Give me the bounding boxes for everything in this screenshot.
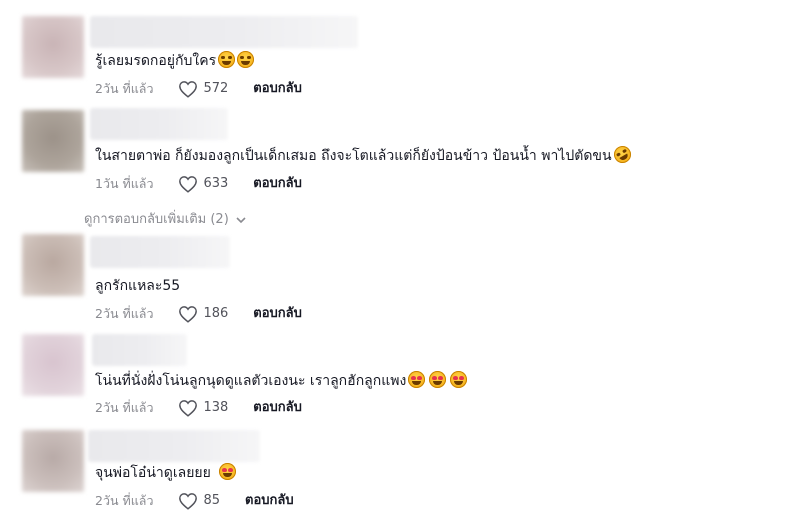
like-button[interactable]: 138: [178, 399, 228, 417]
heart-icon: [179, 81, 198, 98]
like-count: 85: [203, 493, 221, 508]
comment-text: รู้เลยมรดกอยู่กับใคร: [95, 51, 255, 71]
avatar[interactable]: [22, 234, 84, 296]
heart-eyes-emoji: [450, 371, 468, 388]
like-count: 186: [203, 306, 229, 321]
comment-time: 2วัน ที่แล้ว: [95, 306, 154, 321]
chevron-down-icon: [236, 217, 246, 224]
like-button[interactable]: 85: [178, 492, 220, 510]
comment-meta: 1วัน ที่แล้ว 633 ตอบกลับ: [95, 175, 302, 193]
rolling-laughing-emoji: [610, 142, 634, 167]
heart-icon: [179, 176, 198, 193]
like-count: 138: [203, 400, 229, 415]
comment-time: 2วัน ที่แล้ว: [95, 400, 154, 415]
comment-body: โน่นที่นั่งฝั่งโน่นลูกนุดดูแลตัวเองนะ เร…: [95, 373, 407, 389]
like-button[interactable]: 186: [178, 305, 228, 323]
comment-meta: 2วัน ที่แล้ว 186 ตอบกลับ: [95, 305, 302, 323]
like-button[interactable]: 633: [178, 175, 228, 193]
comment-meta: 2วัน ที่แล้ว 138 ตอบกลับ: [95, 399, 302, 417]
comment-text: จุนพ่อโอ๋น่าดูเลยยย: [95, 463, 236, 483]
comment-time: 1วัน ที่แล้ว: [95, 176, 154, 191]
comment-time: 2วัน ที่แล้ว: [95, 493, 154, 508]
avatar[interactable]: [22, 334, 84, 396]
avatar[interactable]: [22, 430, 84, 492]
username-blurred[interactable]: [90, 16, 358, 48]
reply-button[interactable]: ตอบกลับ: [253, 80, 302, 98]
comment-meta: 2วัน ที่แล้ว 572 ตอบกลับ: [95, 80, 302, 98]
heart-eyes-emoji: [429, 371, 447, 388]
comment-text: ลูกรักแหละ55: [95, 276, 180, 296]
comment-meta: 2วัน ที่แล้ว 85 ตอบกลับ: [95, 492, 294, 510]
like-count: 633: [203, 176, 229, 191]
comment-time: 2วัน ที่แล้ว: [95, 81, 154, 96]
heart-icon: [179, 400, 198, 417]
username-blurred[interactable]: [90, 236, 230, 268]
grinning-sweat-emoji: [218, 51, 236, 68]
view-more-replies-label: ดูการตอบกลับเพิ่มเติม (2): [84, 212, 229, 227]
heart-icon: [179, 493, 198, 510]
like-count: 572: [203, 81, 229, 96]
avatar[interactable]: [22, 110, 84, 172]
comment-body: ในสายตาพ่อ ก็ยังมองลูกเป็นเด็กเสมอ ถึงจะ…: [95, 148, 612, 164]
comment-text: ในสายตาพ่อ ก็ยังมองลูกเป็นเด็กเสมอ ถึงจะ…: [95, 142, 634, 167]
comment-body: ลูกรักแหละ55: [95, 278, 181, 294]
username-blurred[interactable]: [88, 430, 260, 462]
comment-text: โน่นที่นั่งฝั่งโน่นลูกนุดดูแลตัวเองนะ เร…: [95, 371, 468, 391]
heart-eyes-emoji: [408, 371, 426, 388]
heart-eyes-emoji: [218, 463, 236, 480]
view-more-replies-button[interactable]: ดูการตอบกลับเพิ่มเติม (2): [84, 211, 247, 229]
reply-button[interactable]: ตอบกลับ: [245, 492, 294, 510]
reply-button[interactable]: ตอบกลับ: [253, 399, 302, 417]
like-button[interactable]: 572: [178, 80, 228, 98]
reply-button[interactable]: ตอบกลับ: [253, 175, 302, 193]
reply-button[interactable]: ตอบกลับ: [253, 305, 302, 323]
grinning-sweat-emoji: [237, 51, 255, 68]
comment-body: จุนพ่อโอ๋น่าดูเลยยย: [95, 465, 211, 481]
comment-body: รู้เลยมรดกอยู่กับใคร: [95, 53, 217, 69]
username-blurred[interactable]: [90, 108, 228, 140]
username-blurred[interactable]: [92, 334, 187, 366]
avatar[interactable]: [22, 16, 84, 78]
heart-icon: [179, 306, 198, 323]
